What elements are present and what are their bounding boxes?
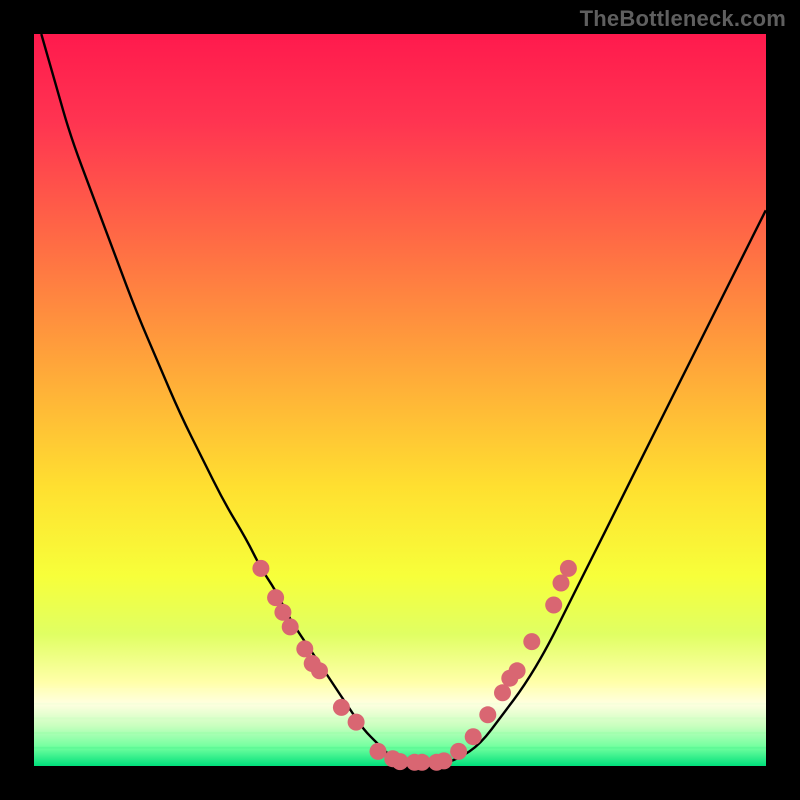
curve-marker [252,560,269,577]
bottleneck-chart [0,0,800,800]
curve-marker [333,699,350,716]
curve-marker [450,743,467,760]
curve-marker [392,753,409,770]
curve-marker [545,597,562,614]
curve-marker [494,684,511,701]
curve-marker [348,714,365,731]
curve-marker [523,633,540,650]
plot-area [34,34,766,766]
curve-marker [560,560,577,577]
curve-marker [509,662,526,679]
curve-marker [479,706,496,723]
curve-marker [370,743,387,760]
curve-marker [435,752,452,769]
curve-marker [311,662,328,679]
curve-marker [267,589,284,606]
curve-marker [414,754,431,771]
curve-marker [465,728,482,745]
curve-marker [274,604,291,621]
curve-marker [296,640,313,657]
watermark-text: TheBottleneck.com [580,6,786,32]
curve-marker [282,618,299,635]
chart-frame: TheBottleneck.com [0,0,800,800]
curve-marker [553,575,570,592]
